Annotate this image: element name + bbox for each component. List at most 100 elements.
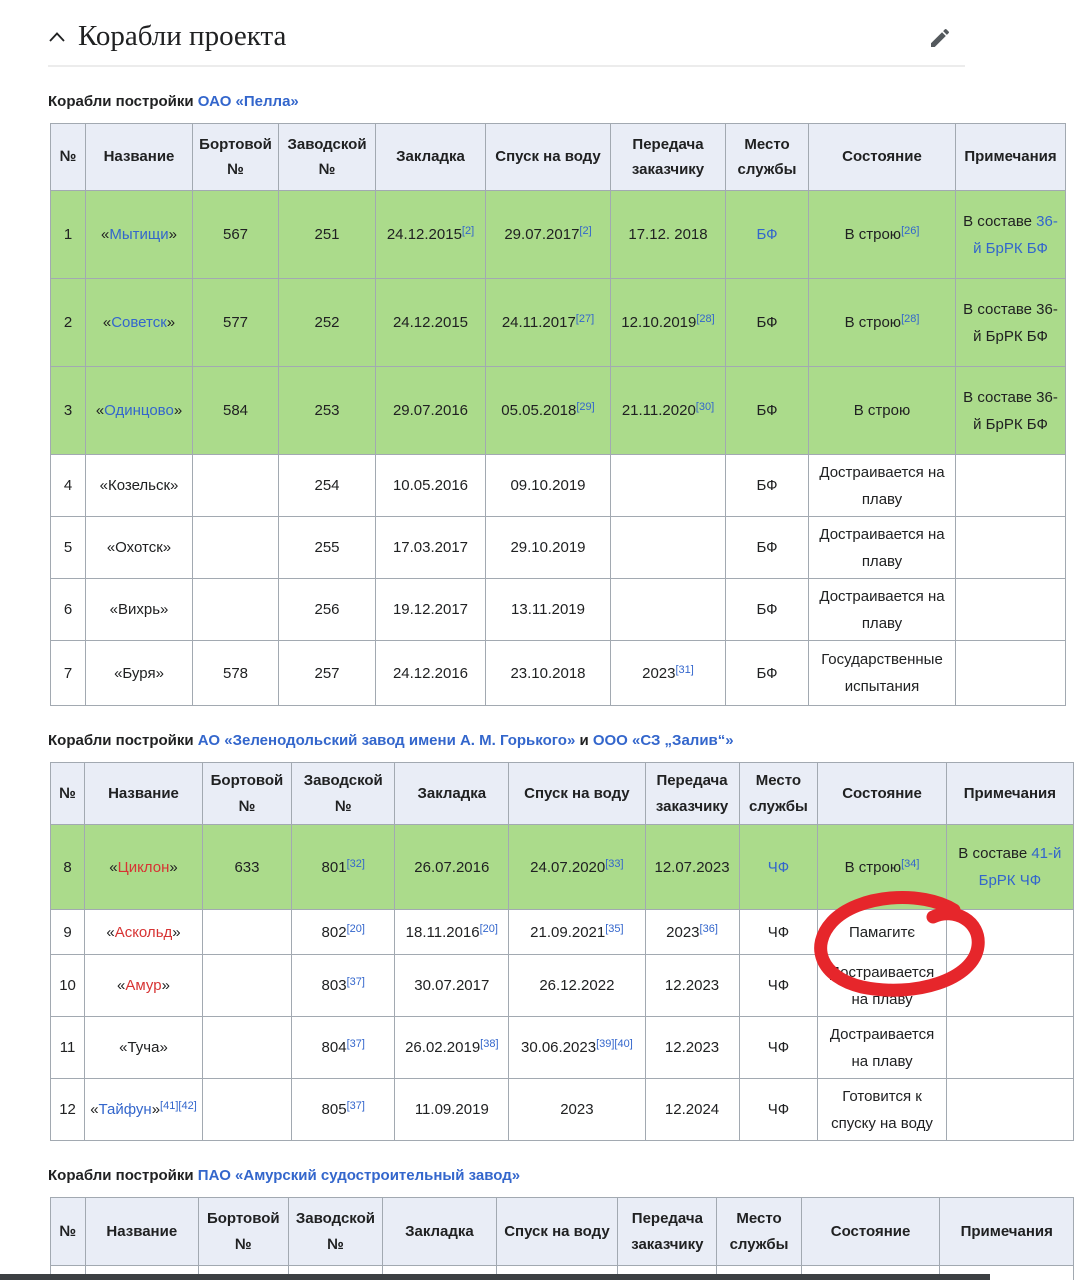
reference-link[interactable]: [26] xyxy=(901,225,919,237)
table-cell: Памагитє xyxy=(818,910,946,955)
table-cell: 6 xyxy=(51,579,86,641)
reference-link[interactable]: [38] xyxy=(480,1038,498,1050)
table-cell: 567 xyxy=(193,191,279,279)
wiki-link[interactable]: Советск xyxy=(111,314,167,331)
wiki-link[interactable]: ООО «СЗ „Залив“» xyxy=(593,732,734,749)
column-header: Примечания xyxy=(946,763,1073,825)
table-cell: 4 xyxy=(51,455,86,517)
reference-link[interactable]: [35] xyxy=(605,923,623,935)
table-cell: 257 xyxy=(279,641,376,706)
reference-link[interactable]: [34] xyxy=(901,858,919,870)
reference-link[interactable]: [37] xyxy=(347,1100,365,1112)
table-cell: 12.2024 xyxy=(645,1079,739,1141)
table-cell: БФ xyxy=(726,579,809,641)
ship-row: 11«Туча»804[37]26.02.2019[38]30.06.2023[… xyxy=(51,1017,1074,1079)
table-cell xyxy=(202,1079,291,1141)
ship-row: 12«Тайфун»[41][42]805[37]11.09.201920231… xyxy=(51,1079,1074,1141)
column-header: Заводской № xyxy=(288,1198,383,1266)
wiki-link[interactable]: АО «Зеленодольский завод имени А. М. Гор… xyxy=(198,732,575,749)
wiki-redlink[interactable]: Аскольд xyxy=(115,924,173,941)
wiki-link[interactable]: ПАО «Амурский судостроительный завод» xyxy=(198,1167,520,1184)
table-cell: 9 xyxy=(51,910,85,955)
table-cell: 2 xyxy=(51,279,86,367)
wiki-link[interactable]: ЧФ xyxy=(768,859,789,876)
table-cell xyxy=(202,910,291,955)
table-cell: 5 xyxy=(51,517,86,579)
reference-link[interactable]: [20] xyxy=(480,923,498,935)
reference-link[interactable]: [37] xyxy=(347,1038,365,1050)
table-cell: 11 xyxy=(51,1017,85,1079)
column-header: Состояние xyxy=(818,763,946,825)
wiki-link[interactable]: БФ xyxy=(756,226,777,243)
table-cell: В строю[26] xyxy=(809,191,956,279)
table-cell: 584 xyxy=(193,367,279,455)
table-cell: В составе 36-й БрРК БФ xyxy=(956,191,1066,279)
table-cell: 30.07.2017 xyxy=(395,955,509,1017)
table-cell: 29.10.2019 xyxy=(486,517,611,579)
edit-pencil-icon[interactable] xyxy=(928,26,952,55)
reference-link[interactable]: [32] xyxy=(347,858,365,870)
wiki-link[interactable]: Мытищи xyxy=(109,226,168,243)
table-cell: 17.12. 2018 xyxy=(611,191,726,279)
table-cell: 251 xyxy=(279,191,376,279)
table-cell: 17.03.2017 xyxy=(376,517,486,579)
reference-link[interactable]: [27] xyxy=(576,313,594,325)
ship-row: 1«Мытищи»56725124.12.2015[2]29.07.2017[2… xyxy=(51,191,1066,279)
wiki-article-page: Корабли проекта Корабли постройки ОАО «П… xyxy=(0,0,1074,1280)
table-cell xyxy=(193,517,279,579)
table-cell: ЧФ xyxy=(739,955,818,1017)
table-cell: БФ xyxy=(726,279,809,367)
table-cell: «Буря» xyxy=(86,641,193,706)
reference-link[interactable]: [40] xyxy=(614,1038,632,1050)
reference-link[interactable]: [42] xyxy=(178,1100,196,1112)
reference-link[interactable]: [28] xyxy=(901,313,919,325)
reference-link[interactable]: [20] xyxy=(347,923,365,935)
table-cell: В составе 41-й БрРК ЧФ xyxy=(946,825,1073,910)
table-cell: 255 xyxy=(279,517,376,579)
wiki-link[interactable]: ОАО «Пелла» xyxy=(198,93,299,110)
section-header: Корабли проекта xyxy=(0,0,1074,53)
reference-link[interactable]: [37] xyxy=(347,976,365,988)
reference-link[interactable]: [39] xyxy=(596,1038,614,1050)
reference-link[interactable]: [31] xyxy=(676,664,694,676)
reference-link[interactable]: [33] xyxy=(605,858,623,870)
column-header: Место службы xyxy=(739,763,818,825)
table-cell: 11.09.2019 xyxy=(395,1079,509,1141)
table-cell: «Советск» xyxy=(86,279,193,367)
column-header: Заводской № xyxy=(279,124,376,191)
wiki-link[interactable]: Тайфун xyxy=(99,1101,152,1118)
column-header: Примечания xyxy=(940,1198,1074,1266)
table-cell: 30.06.2023[39][40] xyxy=(509,1017,645,1079)
table-cell xyxy=(956,641,1066,706)
table-cell: «Амур» xyxy=(85,955,203,1017)
wiki-redlink[interactable]: Циклон xyxy=(118,859,170,876)
reference-link[interactable]: [41] xyxy=(160,1100,178,1112)
section-amur: Корабли постройки ПАО «Амурский судостро… xyxy=(0,1167,1074,1280)
reference-link[interactable]: [30] xyxy=(696,401,714,413)
wiki-redlink[interactable]: Амур xyxy=(125,977,161,994)
table-cell xyxy=(956,455,1066,517)
wiki-link[interactable]: 36-й БрРК БФ xyxy=(973,213,1058,257)
table-cell xyxy=(193,579,279,641)
table-cell: 24.12.2016 xyxy=(376,641,486,706)
reference-link[interactable]: [28] xyxy=(696,313,714,325)
table-cell: Готовится к спуску на воду xyxy=(818,1079,946,1141)
section-zelenodolsk-zaliv: Корабли постройки АО «Зеленодольский зав… xyxy=(0,732,1074,1141)
collapse-chevron-icon[interactable] xyxy=(48,30,66,44)
table-cell: «Охотск» xyxy=(86,517,193,579)
table-cell: 805[37] xyxy=(292,1079,395,1141)
reference-link[interactable]: [2] xyxy=(462,225,474,237)
wiki-link[interactable]: Одинцово xyxy=(104,402,174,419)
column-header: Примечания xyxy=(956,124,1066,191)
reference-link[interactable]: [2] xyxy=(579,225,591,237)
table-cell: В строю[28] xyxy=(809,279,956,367)
wiki-link[interactable]: 41-й БрРК ЧФ xyxy=(979,845,1062,889)
reference-link[interactable]: [29] xyxy=(576,401,594,413)
table-cell: 26.07.2016 xyxy=(395,825,509,910)
table-cell: 2023[36] xyxy=(645,910,739,955)
ship-row: 10«Амур»803[37]30.07.201726.12.202212.20… xyxy=(51,955,1074,1017)
table-cell: 26.02.2019[38] xyxy=(395,1017,509,1079)
builder-label: Корабли постройки АО «Зеленодольский зав… xyxy=(48,732,1074,749)
table-wrapper: №НазваниеБортовой №Заводской №ЗакладкаСп… xyxy=(50,123,1074,706)
reference-link[interactable]: [36] xyxy=(700,923,718,935)
